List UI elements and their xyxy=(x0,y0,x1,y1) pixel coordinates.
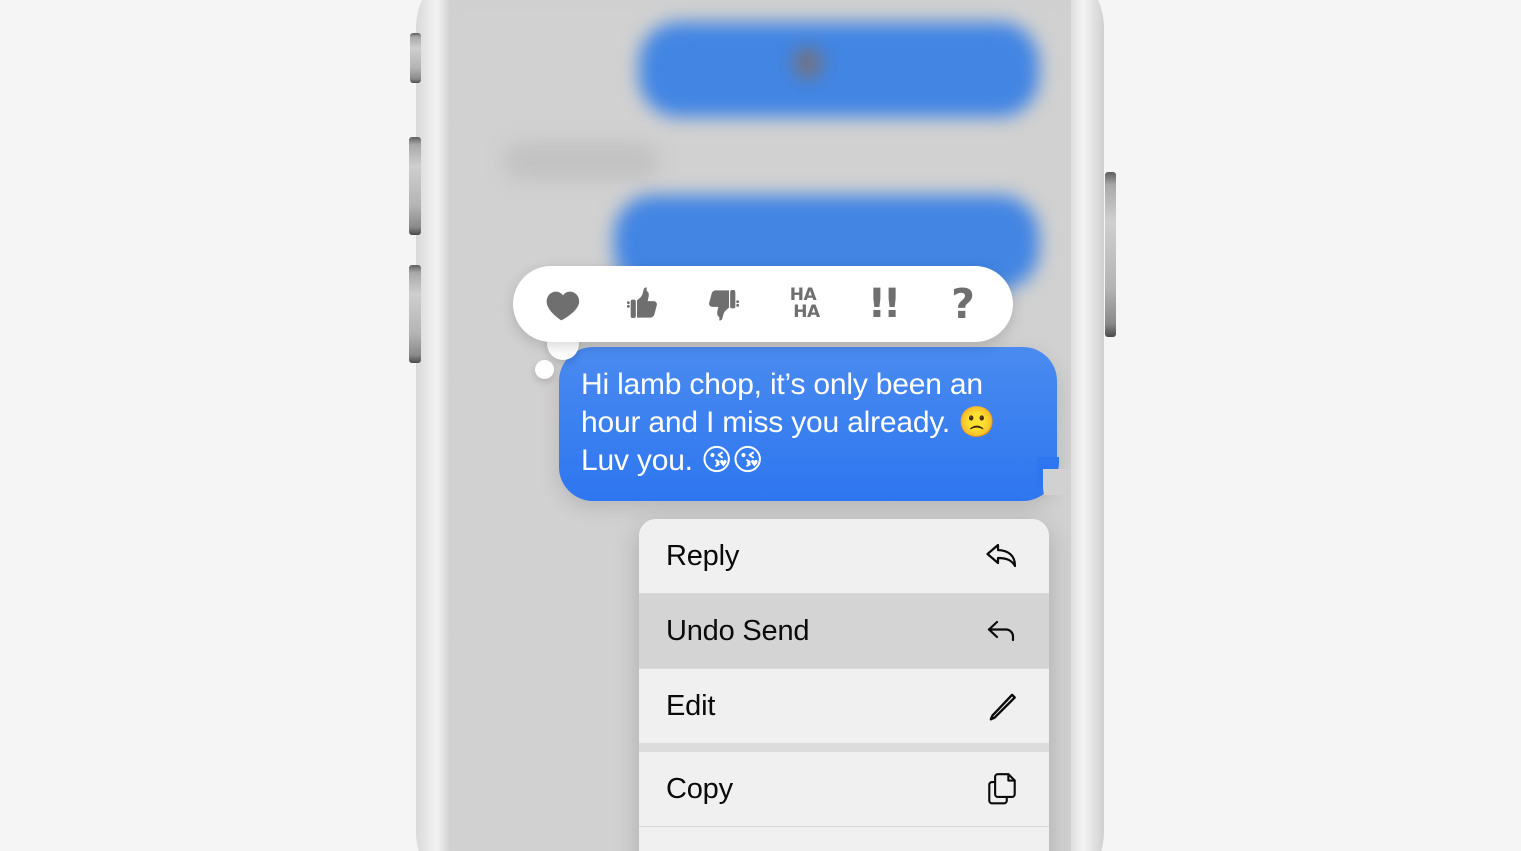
reply-arrow-icon xyxy=(983,537,1021,575)
question-icon: ? xyxy=(951,279,975,328)
message-line-3: Luv you. 😘😘 xyxy=(581,444,764,477)
focused-message-bubble[interactable]: Hi lamb chop, it’s only been an hour and… xyxy=(559,347,1057,501)
tapback-dislike-button[interactable] xyxy=(692,273,754,335)
context-menu-item-edit[interactable]: Edit xyxy=(639,669,1049,743)
context-menu-item-undo-send[interactable]: Undo Send xyxy=(639,594,1049,668)
tapback-tail-small-dot xyxy=(535,360,554,379)
undo-arrow-icon xyxy=(983,612,1021,650)
thumbs-up-icon xyxy=(623,284,663,324)
background-bubble-sent xyxy=(639,22,1039,117)
phone-screen: Hi lamb chop, it’s only been an hour and… xyxy=(449,0,1071,851)
volume-up-button[interactable] xyxy=(409,137,421,235)
message-context-menu[interactable]: Reply Undo Send Edit Copy xyxy=(639,519,1049,851)
thumbs-down-icon xyxy=(703,284,743,324)
pencil-icon xyxy=(983,687,1021,725)
context-menu-item-reply[interactable]: Reply xyxy=(639,519,1049,593)
tapback-haha-button[interactable]: HA HA xyxy=(772,273,834,335)
background-bubble-emoji xyxy=(794,48,822,78)
background-bubble-received xyxy=(504,142,659,180)
message-line-2: hour and I miss you already. 🙁 xyxy=(581,406,996,439)
tapback-question-button[interactable]: ? xyxy=(932,273,994,335)
message-line-1: Hi lamb chop, it’s only been an xyxy=(581,368,983,401)
tapback-like-button[interactable] xyxy=(612,273,674,335)
context-menu-label: Edit xyxy=(666,689,716,722)
screenshot-stage: Hi lamb chop, it’s only been an hour and… xyxy=(0,0,1521,851)
side-power-button[interactable] xyxy=(1105,172,1116,337)
volume-down-button[interactable] xyxy=(409,265,421,363)
message-bubble-tail xyxy=(1037,457,1071,495)
tapback-reaction-bar[interactable]: HA HA !! ? xyxy=(513,266,1013,379)
haha-line-2: HA xyxy=(793,302,820,322)
context-menu-item-copy[interactable]: Copy xyxy=(639,752,1049,826)
tapback-love-button[interactable] xyxy=(532,273,594,335)
copy-documents-icon xyxy=(983,770,1021,808)
tapback-exclamation-button[interactable]: !! xyxy=(852,273,914,335)
heart-icon xyxy=(543,286,583,322)
exclamation-icon: !! xyxy=(867,281,902,327)
mute-switch[interactable] xyxy=(410,33,421,83)
context-menu-item-partial[interactable] xyxy=(639,827,1049,851)
context-menu-label: Reply xyxy=(666,539,740,572)
context-menu-label: Copy xyxy=(666,772,733,805)
context-menu-label: Undo Send xyxy=(666,614,810,647)
haha-icon: HA HA xyxy=(786,287,820,322)
context-menu-section-separator xyxy=(639,743,1049,752)
